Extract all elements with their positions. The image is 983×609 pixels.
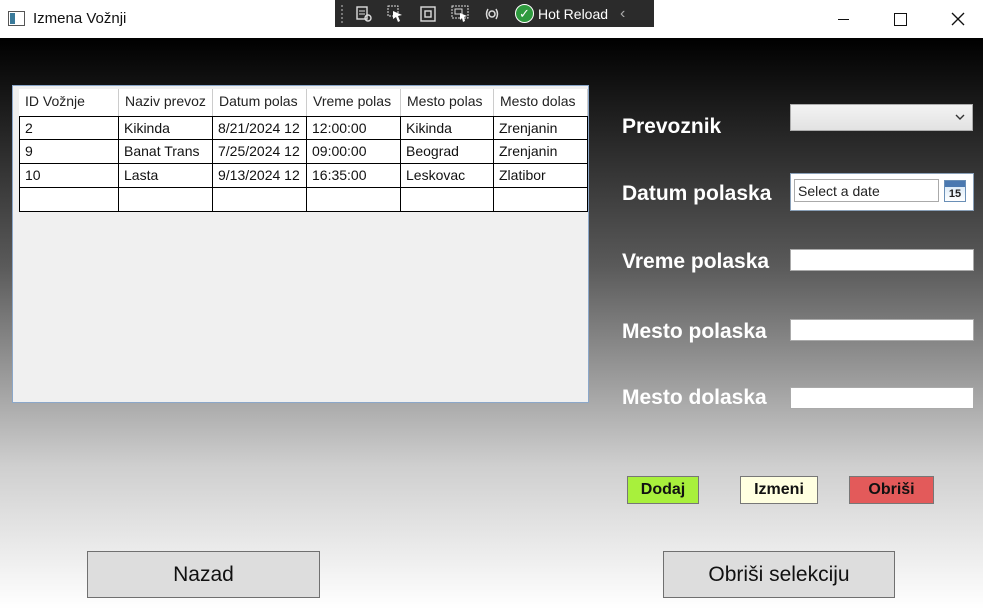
toolbar-grip-icon[interactable] [341, 4, 345, 23]
table-row[interactable]: 10 Lasta 9/13/2024 12 16:35:00 Leskovac … [19, 164, 588, 188]
column-header-mesto-polaska[interactable]: Mesto polas [401, 89, 494, 116]
title-bar[interactable]: Izmena Vožnji ✓ Hot Reload ‹ [0, 0, 983, 38]
izmeni-button[interactable]: Izmeni [740, 476, 818, 504]
table-cell[interactable]: Lasta [119, 164, 213, 188]
table-cell[interactable] [119, 188, 213, 212]
debug-toolbar: ✓ Hot Reload ‹ [335, 0, 654, 27]
table-cell[interactable]: 16:35:00 [307, 164, 401, 188]
chevron-left-icon[interactable]: ‹ [620, 5, 625, 23]
table-row[interactable]: 2 Kikinda 8/21/2024 12 12:00:00 Kikinda … [19, 116, 588, 140]
table-cell[interactable]: 10 [19, 164, 119, 188]
table-cell[interactable] [19, 188, 119, 212]
close-button[interactable] [935, 4, 981, 34]
calendar-icon[interactable]: 15 [944, 180, 966, 202]
mesto-polaska-input[interactable] [790, 319, 974, 341]
binding-failures-icon[interactable] [481, 4, 503, 24]
table-cell[interactable] [401, 188, 494, 212]
date-text-field[interactable]: Select a date [794, 179, 939, 202]
table-cell[interactable] [213, 188, 307, 212]
column-header-mesto-dolaska[interactable]: Mesto dolas [494, 89, 588, 116]
client-area: ID Vožnje Naziv prevoz Datum polas Vreme… [0, 38, 983, 609]
new-item-row[interactable] [19, 188, 588, 212]
vreme-polaska-label: Vreme polaska [622, 250, 770, 273]
app-icon [8, 11, 25, 26]
minimize-button[interactable] [820, 4, 866, 34]
hot-reload-check-icon[interactable]: ✓ [515, 4, 534, 23]
table-cell[interactable]: Kikinda [401, 116, 494, 140]
vreme-polaska-input[interactable] [790, 249, 974, 271]
table-cell[interactable]: Leskovac [401, 164, 494, 188]
table-cell[interactable]: Kikinda [119, 116, 213, 140]
mesto-dolaska-label: Mesto dolaska [622, 386, 767, 409]
table-cell[interactable]: Beograd [401, 140, 494, 164]
prevoznik-label: Prevoznik [622, 115, 722, 138]
table-cell[interactable]: 2 [19, 116, 119, 140]
table-cell[interactable]: Zrenjanin [494, 116, 588, 140]
voznje-datagrid[interactable]: ID Vožnje Naziv prevoz Datum polas Vreme… [12, 85, 589, 403]
table-cell[interactable]: 7/25/2024 12 [213, 140, 307, 164]
dodaj-button[interactable]: Dodaj [627, 476, 699, 504]
table-cell[interactable] [494, 188, 588, 212]
display-layout-adorners-icon[interactable] [417, 4, 439, 24]
column-header-vreme-polaska[interactable]: Vreme polas [307, 89, 401, 116]
obrisi-selekciju-button[interactable]: Obriši selekciju [663, 551, 895, 598]
table-cell[interactable]: Zrenjanin [494, 140, 588, 164]
table-cell[interactable]: 09:00:00 [307, 140, 401, 164]
close-icon [951, 12, 965, 26]
grid-rows: 2 Kikinda 8/21/2024 12 12:00:00 Kikinda … [19, 116, 588, 212]
table-cell[interactable]: 12:00:00 [307, 116, 401, 140]
table-cell[interactable]: 9 [19, 140, 119, 164]
mesto-polaska-label: Mesto polaska [622, 320, 767, 343]
mesto-dolaska-input[interactable] [790, 387, 974, 409]
table-cell[interactable]: Banat Trans [119, 140, 213, 164]
nazad-button[interactable]: Nazad [87, 551, 320, 598]
maximize-button[interactable] [877, 4, 923, 34]
application-window: Izmena Vožnji ✓ Hot Reload ‹ ID Vožnje N… [0, 0, 983, 609]
datum-polaska-datepicker[interactable]: Select a date 15 [790, 173, 974, 211]
table-cell[interactable]: 8/21/2024 12 [213, 116, 307, 140]
table-cell[interactable]: Zlatibor [494, 164, 588, 188]
column-header-naziv-prevoznika[interactable]: Naziv prevoz [119, 89, 213, 116]
hot-reload-label[interactable]: Hot Reload [538, 6, 608, 22]
prevoznik-combobox[interactable] [790, 104, 973, 131]
table-row[interactable]: 9 Banat Trans 7/25/2024 12 09:00:00 Beog… [19, 140, 588, 164]
track-focus-icon[interactable] [449, 4, 471, 24]
visual-tree-icon[interactable] [353, 4, 375, 24]
column-header-id[interactable]: ID Vožnje [19, 89, 119, 116]
grid-header-row: ID Vožnje Naziv prevoz Datum polas Vreme… [19, 89, 588, 116]
obrisi-button[interactable]: Obriši [849, 476, 934, 504]
window-title: Izmena Vožnji [33, 10, 127, 27]
datum-polaska-label: Datum polaska [622, 182, 772, 205]
table-cell[interactable]: 9/13/2024 12 [213, 164, 307, 188]
column-header-datum-polaska[interactable]: Datum polas [213, 89, 307, 116]
chevron-down-icon [955, 114, 965, 120]
table-cell[interactable] [307, 188, 401, 212]
select-element-icon[interactable] [385, 4, 407, 24]
